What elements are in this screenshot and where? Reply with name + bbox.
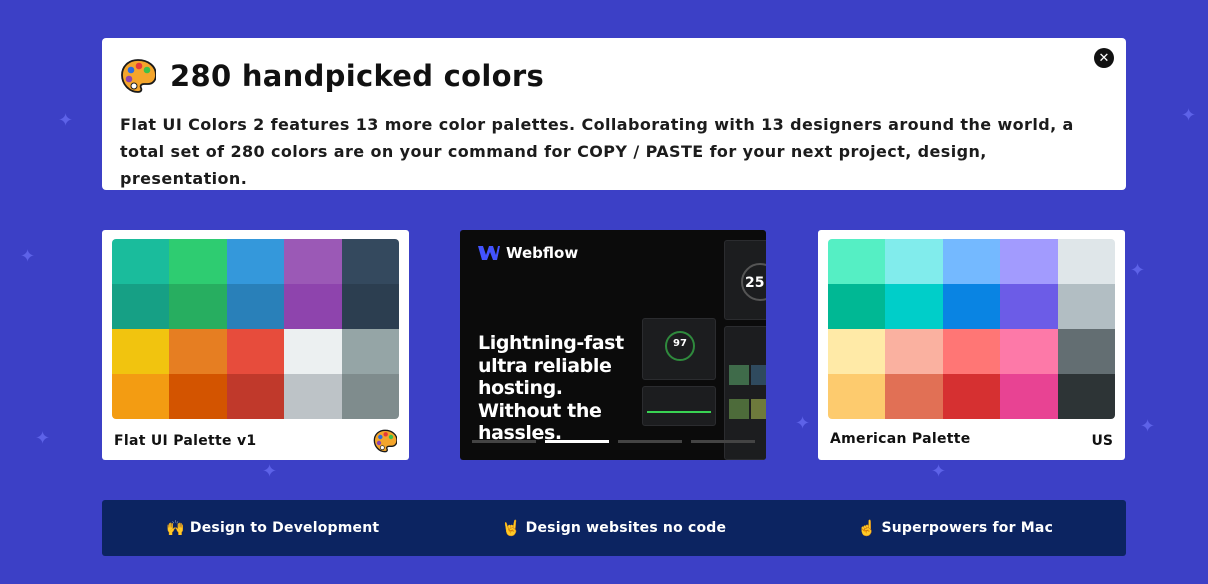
sparkle-icon: ✦ <box>20 246 36 267</box>
promo-bar: 🙌 Design to Development 🤘 Design website… <box>102 500 1126 556</box>
sparkle-icon: ✦ <box>795 413 811 434</box>
color-swatch[interactable] <box>942 284 1001 329</box>
color-swatch[interactable] <box>284 239 342 284</box>
promo-label: Superpowers for Mac <box>881 520 1054 536</box>
promo-link-design-websites[interactable]: 🤘 Design websites no code <box>443 519 784 537</box>
palette-name: Flat UI Palette v1 <box>114 433 257 449</box>
color-swatch[interactable] <box>885 239 943 284</box>
promo-label: Design to Development <box>189 520 380 536</box>
color-swatch[interactable] <box>284 329 342 374</box>
info-banner: 280 handpicked colors Flat UI Colors 2 f… <box>102 38 1126 190</box>
color-swatch[interactable] <box>169 239 227 284</box>
ad-headline-line: ultra reliable <box>478 354 612 377</box>
ad-gauge-value: 97 <box>673 338 687 349</box>
promo-label: Design websites no code <box>525 520 727 536</box>
palette-card-flat-ui-v1[interactable]: Flat UI Palette v1 <box>102 230 409 460</box>
ad-thumb <box>751 399 766 419</box>
color-swatch[interactable] <box>828 239 886 284</box>
webflow-ad[interactable]: Webflow Lightning-fast ultra reliable ho… <box>460 230 766 460</box>
ad-headline-line: Without the <box>478 399 602 422</box>
color-swatch[interactable] <box>1000 374 1058 419</box>
ad-brand: Webflow <box>478 244 578 262</box>
ad-brand-name: Webflow <box>506 244 579 262</box>
sparkle-icon: ✦ <box>35 428 51 449</box>
ad-performance-panel: 97 <box>642 318 716 380</box>
ad-side-value: 25 <box>745 275 765 291</box>
close-icon[interactable]: ✕ <box>1094 48 1114 68</box>
color-swatch[interactable] <box>1000 329 1058 374</box>
color-swatch[interactable] <box>828 284 886 329</box>
color-swatch[interactable] <box>226 284 285 329</box>
ad-progress-segment[interactable] <box>545 440 609 443</box>
ad-chart-line <box>647 411 711 413</box>
sparkle-icon: ✦ <box>1140 416 1156 437</box>
pointing-up-icon: ☝️ <box>857 519 877 537</box>
color-swatch[interactable] <box>284 374 342 419</box>
color-swatch[interactable] <box>226 374 285 419</box>
color-swatch[interactable] <box>226 239 285 284</box>
color-swatch[interactable] <box>942 329 1001 374</box>
color-swatch[interactable] <box>885 329 943 374</box>
color-swatch[interactable] <box>112 329 170 374</box>
banner-description: Flat UI Colors 2 features 13 more color … <box>120 115 1074 188</box>
color-swatch[interactable] <box>1057 284 1115 329</box>
palette-card-american[interactable]: American Palette US <box>818 230 1125 460</box>
country-badge: US <box>1091 433 1113 449</box>
ad-carousel-progress <box>472 440 755 443</box>
sparkle-icon: ✦ <box>1181 105 1197 126</box>
banner-heading: 280 handpicked colors <box>120 56 1106 96</box>
color-swatch[interactable] <box>341 329 399 374</box>
ad-chart-panel <box>642 386 716 426</box>
ad-headline: Lightning-fast ultra reliable hosting. W… <box>478 332 653 445</box>
ad-thumb <box>729 365 749 385</box>
color-swatch[interactable] <box>885 374 943 419</box>
color-swatch[interactable] <box>1057 239 1115 284</box>
palette-icon <box>121 59 156 93</box>
palette-icon <box>373 429 397 453</box>
sparkle-icon: ✦ <box>58 110 74 131</box>
sparkle-icon: ✦ <box>931 461 947 482</box>
ad-thumb <box>729 399 749 419</box>
palette-name: American Palette <box>830 431 971 447</box>
color-swatch[interactable] <box>112 284 170 329</box>
ad-side-panel: 25 <box>724 240 766 320</box>
color-swatch[interactable] <box>1000 284 1058 329</box>
color-swatch[interactable] <box>942 239 1001 284</box>
color-swatch[interactable] <box>169 374 227 419</box>
webflow-logo-icon <box>478 246 500 260</box>
raised-hands-icon: 🙌 <box>166 519 185 537</box>
color-swatch[interactable] <box>1000 239 1058 284</box>
color-swatch[interactable] <box>226 329 285 374</box>
color-swatch[interactable] <box>169 284 227 329</box>
color-swatch[interactable] <box>169 329 227 374</box>
ad-thumb <box>751 365 766 385</box>
palette-swatches <box>828 239 1115 419</box>
color-swatch[interactable] <box>341 374 399 419</box>
promo-link-superpowers[interactable]: ☝️ Superpowers for Mac <box>785 519 1126 537</box>
sparkle-icon: ✦ <box>1130 260 1146 281</box>
sparkle-icon: ✦ <box>262 461 278 482</box>
color-swatch[interactable] <box>112 374 170 419</box>
card-footer: Flat UI Palette v1 <box>112 429 399 453</box>
color-swatch[interactable] <box>828 329 886 374</box>
promo-link-design-to-development[interactable]: 🙌 Design to Development <box>102 519 443 537</box>
color-swatch[interactable] <box>942 374 1001 419</box>
ad-headline-line: hosting. <box>478 377 563 399</box>
color-swatch[interactable] <box>112 239 170 284</box>
ad-progress-segment[interactable] <box>618 440 682 443</box>
color-swatch[interactable] <box>828 374 886 419</box>
color-swatch[interactable] <box>341 284 399 329</box>
banner-title: 280 handpicked colors <box>170 59 545 93</box>
color-swatch[interactable] <box>341 239 399 284</box>
ad-progress-segment[interactable] <box>691 440 755 443</box>
color-swatch[interactable] <box>1057 329 1115 374</box>
ad-headline-line: Lightning-fast <box>478 332 624 354</box>
palette-swatches <box>112 239 399 419</box>
card-footer: American Palette US <box>828 429 1115 449</box>
color-swatch[interactable] <box>1057 374 1115 419</box>
ad-progress-segment[interactable] <box>472 440 536 443</box>
rock-hand-icon: 🤘 <box>501 519 521 537</box>
color-swatch[interactable] <box>284 284 342 329</box>
color-swatch[interactable] <box>885 284 943 329</box>
